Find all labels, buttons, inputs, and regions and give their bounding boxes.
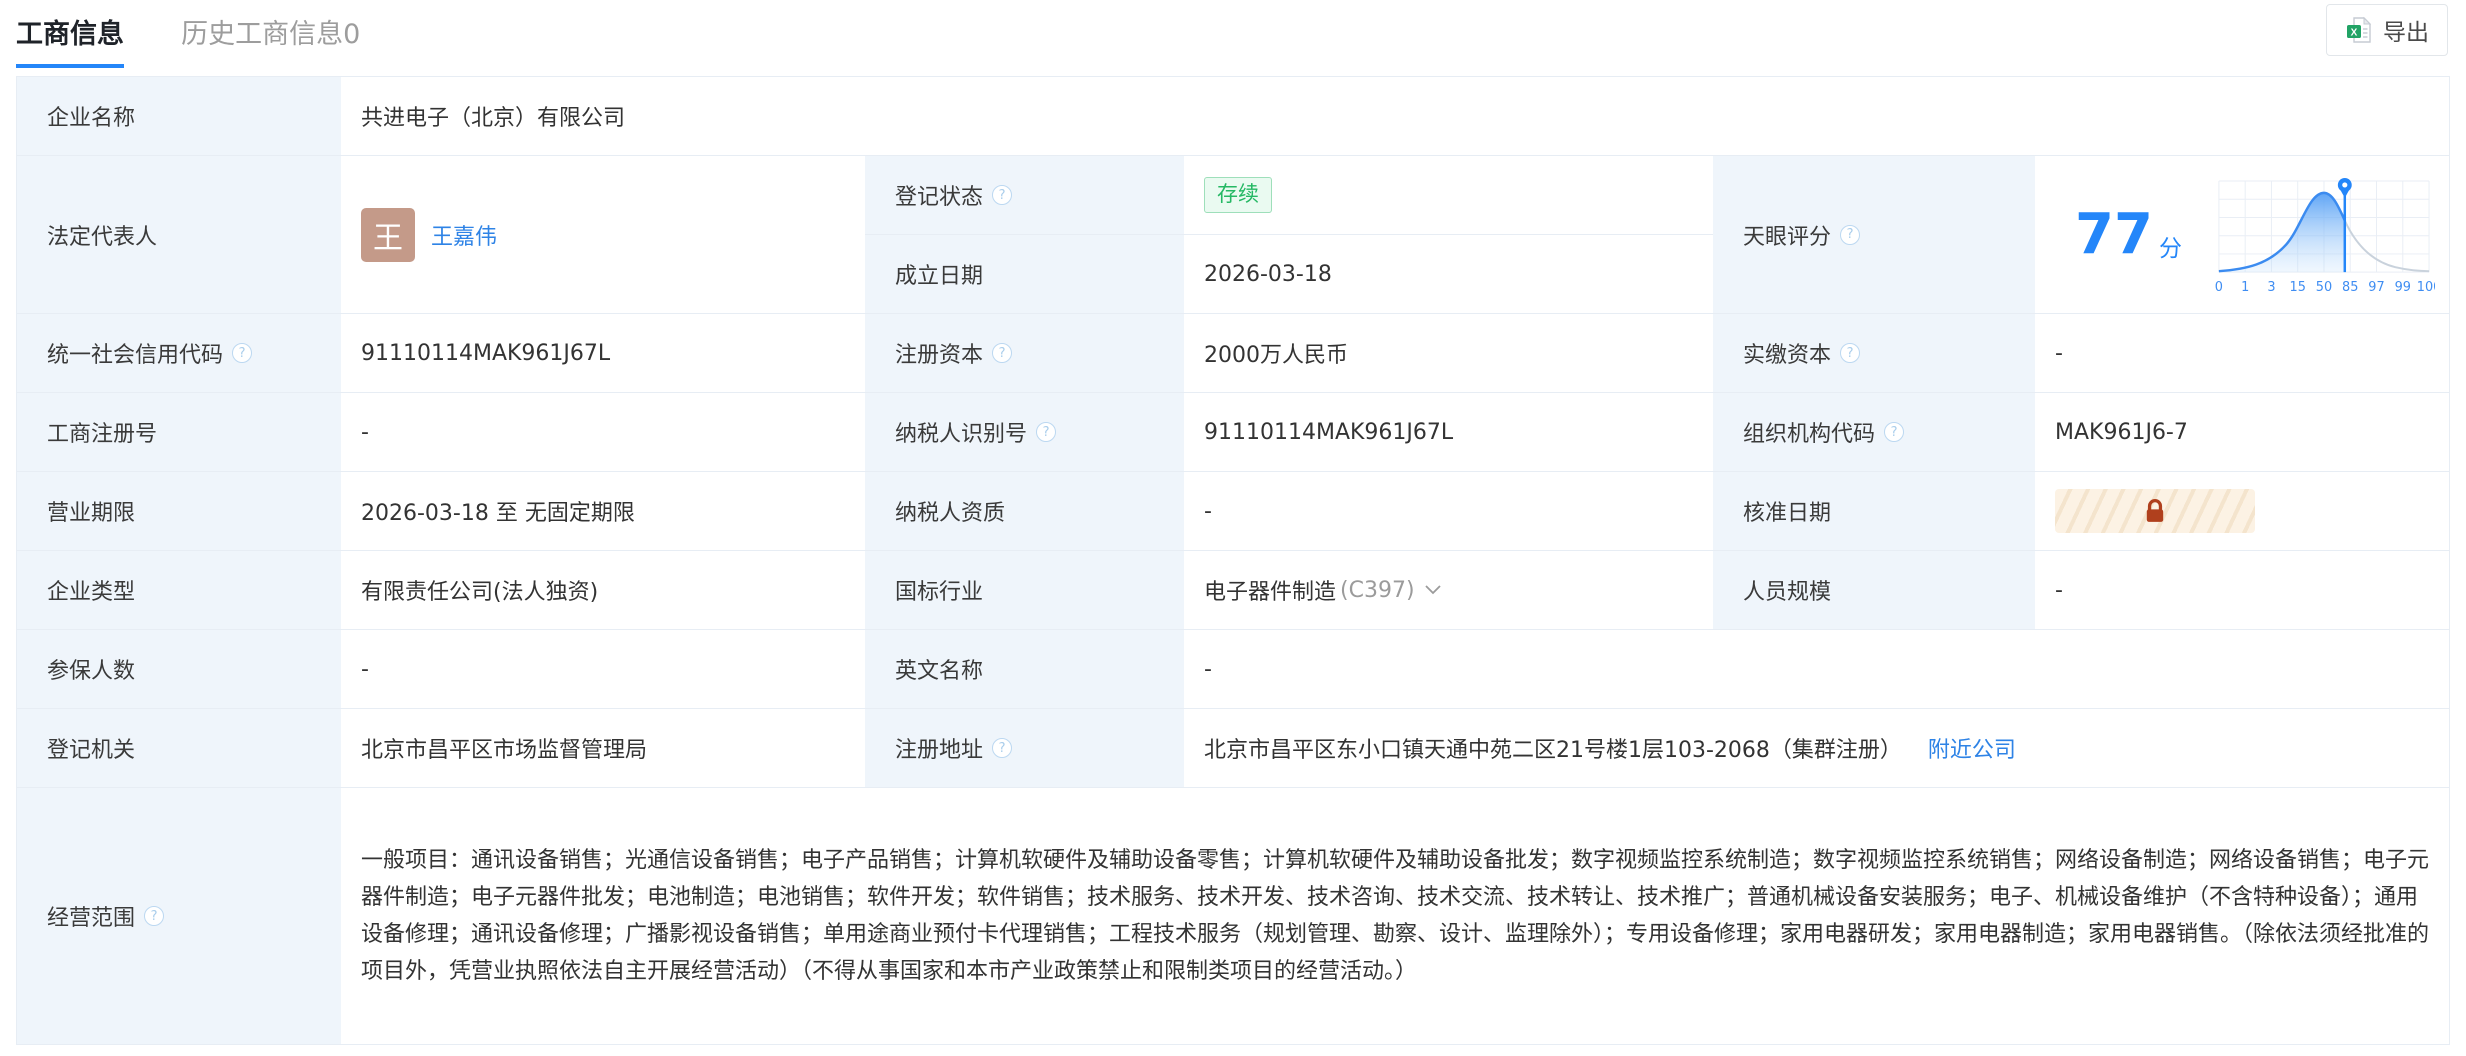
field-value-registered-address: 北京市昌平区东小口镇天通中苑二区21号楼1层103-2068（集群注册） 附近公… — [1184, 709, 2449, 788]
field-label-paid-capital: 实缴资本 — [1713, 314, 2035, 393]
field-label-establish-date: 成立日期 — [865, 235, 1184, 314]
field-label-company-name: 企业名称 — [17, 77, 341, 156]
svg-text:97: 97 — [2368, 280, 2384, 295]
field-value-taxpayer-qualification: - — [1184, 472, 1713, 551]
export-button-label: 导出 — [2383, 13, 2429, 47]
field-value-registration-number: - — [341, 393, 865, 472]
field-label-national-industry: 国标行业 — [865, 551, 1184, 630]
field-label-registration-number: 工商注册号 — [17, 393, 341, 472]
field-value-insured-count: - — [341, 630, 865, 709]
field-label-taxpayer-id: 纳税人识别号 — [865, 393, 1184, 472]
field-value-establish-date: 2026-03-18 — [1184, 235, 1713, 314]
score-distribution-chart: 0 1 3 15 50 85 97 99 100 — [2207, 173, 2435, 297]
field-value-paid-capital: - — [2035, 314, 2449, 393]
legal-representative-link[interactable]: 王嘉伟 — [431, 219, 497, 251]
field-value-registration-status: 存续 — [1184, 156, 1713, 235]
svg-text:1: 1 — [2241, 280, 2249, 295]
svg-text:85: 85 — [2342, 280, 2358, 295]
field-value-national-industry: 电子器件制造 (C397) — [1184, 551, 1713, 630]
help-icon[interactable] — [1884, 422, 1904, 442]
help-icon[interactable] — [992, 343, 1012, 363]
lock-icon — [2145, 499, 2165, 523]
field-label-registration-status: 登记状态 — [865, 156, 1184, 235]
field-label-insured-count: 参保人数 — [17, 630, 341, 709]
export-button[interactable]: X 导出 — [2326, 4, 2448, 56]
field-value-approval-date — [2035, 472, 2449, 551]
svg-text:0: 0 — [2215, 280, 2223, 295]
field-value-tianyan-score: 77 分 — [2035, 156, 2449, 314]
field-label-staff-size: 人员规模 — [1713, 551, 2035, 630]
field-label-taxpayer-qualification: 纳税人资质 — [865, 472, 1184, 551]
help-icon[interactable] — [232, 343, 252, 363]
svg-text:100: 100 — [2417, 280, 2435, 295]
field-label-registered-capital: 注册资本 — [865, 314, 1184, 393]
help-icon[interactable] — [992, 185, 1012, 205]
field-value-taxpayer-id: 91110114MAK961J67L — [1184, 393, 1713, 472]
score-axis-ticks: 0 1 3 15 50 85 97 99 100 — [2215, 280, 2435, 295]
field-value-english-name: - — [1184, 630, 2449, 709]
field-value-legal-representative: 王 王嘉伟 — [341, 156, 865, 314]
chevron-down-icon[interactable] — [1425, 585, 1441, 595]
svg-text:15: 15 — [2290, 280, 2306, 295]
help-icon[interactable] — [1840, 343, 1860, 363]
industry-code: (C397) — [1340, 578, 1415, 603]
status-badge: 存续 — [1204, 177, 1272, 212]
business-info-table: 企业名称 共进电子（北京）有限公司 法定代表人 王 王嘉伟 登记状态 存续 天眼… — [16, 76, 2450, 1045]
field-label-company-type: 企业类型 — [17, 551, 341, 630]
field-label-english-name: 英文名称 — [865, 630, 1184, 709]
help-icon[interactable] — [144, 906, 164, 926]
field-label-legal-representative: 法定代表人 — [17, 156, 341, 314]
score-unit: 分 — [2159, 229, 2182, 263]
field-label-registration-authority: 登记机关 — [17, 709, 341, 788]
avatar[interactable]: 王 — [361, 208, 415, 262]
svg-text:X: X — [2351, 28, 2358, 39]
field-value-registered-capital: 2000万人民币 — [1184, 314, 1713, 393]
help-icon[interactable] — [1036, 422, 1056, 442]
field-value-business-term: 2026-03-18 至 无固定期限 — [341, 472, 865, 551]
field-value-business-scope: 一般项目：通讯设备销售；光通信设备销售；电子产品销售；计算机软硬件及辅助设备零售… — [341, 788, 2449, 1044]
field-label-approval-date: 核准日期 — [1713, 472, 2035, 551]
field-value-company-type: 有限责任公司(法人独资) — [341, 551, 865, 630]
field-value-staff-size: - — [2035, 551, 2449, 630]
svg-text:99: 99 — [2395, 280, 2411, 295]
field-value-registration-authority: 北京市昌平区市场监督管理局 — [341, 709, 865, 788]
score-number: 77 — [2075, 207, 2153, 263]
tab-history-business-info[interactable]: 历史工商信息0 — [181, 12, 360, 64]
field-label-business-term: 营业期限 — [17, 472, 341, 551]
field-value-company-name: 共进电子（北京）有限公司 — [341, 77, 2449, 156]
nearby-companies-link[interactable]: 附近公司 — [1928, 732, 2016, 764]
field-label-credit-code: 统一社会信用代码 — [17, 314, 341, 393]
locked-value-placeholder[interactable] — [2055, 489, 2255, 533]
field-label-organization-code: 组织机构代码 — [1713, 393, 2035, 472]
field-label-business-scope: 经营范围 — [17, 788, 341, 1044]
help-icon[interactable] — [992, 738, 1012, 758]
field-label-tianyan-score: 天眼评分 — [1713, 156, 2035, 314]
excel-icon: X — [2345, 16, 2373, 44]
help-icon[interactable] — [1840, 225, 1860, 245]
field-label-registered-address: 注册地址 — [865, 709, 1184, 788]
tab-business-info[interactable]: 工商信息 — [16, 12, 124, 68]
field-value-credit-code: 91110114MAK961J67L — [341, 314, 865, 393]
svg-text:3: 3 — [2267, 280, 2275, 295]
field-value-organization-code: MAK961J6-7 — [2035, 393, 2449, 472]
svg-text:50: 50 — [2316, 280, 2332, 295]
tab-bar: 工商信息 历史工商信息0 X 导出 — [0, 0, 2466, 64]
